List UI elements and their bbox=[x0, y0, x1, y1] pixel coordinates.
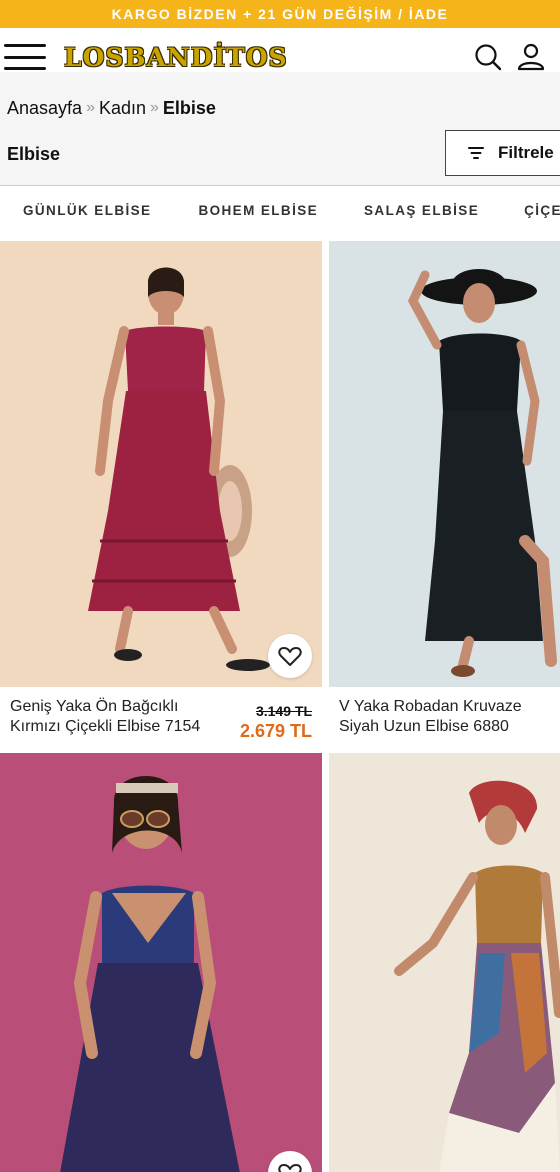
page-title: Elbise bbox=[7, 143, 61, 164]
promo-text: KARGO BİZDEN + 21 GÜN DEĞİŞİM / İADE bbox=[111, 6, 449, 22]
category-chip[interactable]: BOHEM ELBİSE bbox=[198, 203, 318, 218]
breadcrumb-separator: » bbox=[150, 99, 159, 116]
heart-icon[interactable] bbox=[268, 634, 312, 678]
category-chip[interactable]: SALAŞ ELBİSE bbox=[364, 203, 479, 218]
filter-button[interactable]: Filtrele bbox=[445, 130, 560, 176]
product-image[interactable] bbox=[329, 241, 560, 687]
product-old-price: 3.149 TL bbox=[255, 703, 312, 719]
product-image[interactable] bbox=[0, 241, 322, 687]
breadcrumb-home[interactable]: Anasayfa bbox=[7, 98, 82, 119]
category-chip[interactable]: ÇİÇEKLİ bbox=[524, 203, 560, 218]
site-logo[interactable]: LOSBANDİTOS bbox=[64, 43, 288, 72]
promo-banner: KARGO BİZDEN + 21 GÜN DEĞİŞİM / İADE bbox=[0, 0, 560, 28]
breadcrumb-separator: » bbox=[86, 99, 95, 116]
product-name[interactable]: V Yaka Robadan Kruvaze Siyah Uzun Elbise… bbox=[339, 698, 522, 735]
product-image[interactable] bbox=[329, 753, 560, 1172]
category-bar: GÜNLÜK ELBİSE BOHEM ELBİSE SALAŞ ELBİSE … bbox=[0, 186, 560, 234]
filter-label: Filtrele bbox=[498, 143, 554, 162]
breadcrumb-current: Elbise bbox=[162, 97, 216, 118]
breadcrumb-women[interactable]: Kadın bbox=[99, 98, 146, 119]
title-row: Elbise Filtrele bbox=[0, 130, 560, 178]
product-caption: Geniş Yaka Ön Bağcıklı Kırmızı Çiçekli E… bbox=[0, 687, 322, 751]
product-name[interactable]: Geniş Yaka Ön Bağcıklı Kırmızı Çiçekli E… bbox=[10, 698, 200, 735]
product-card[interactable]: V Yaka Robadan Kruvaze Siyah Uzun Elbise… bbox=[329, 241, 560, 751]
search-icon[interactable] bbox=[474, 43, 502, 71]
hamburger-menu-icon[interactable] bbox=[4, 44, 46, 70]
breadcrumb: Anasayfa » Kadın » Elbise bbox=[0, 72, 560, 130]
product-price: 2.679 TL bbox=[239, 721, 312, 741]
filter-icon bbox=[468, 147, 484, 159]
product-card[interactable] bbox=[0, 753, 322, 1172]
product-image[interactable] bbox=[0, 753, 322, 1172]
category-chip[interactable]: GÜNLÜK ELBİSE bbox=[23, 203, 151, 218]
product-caption: V Yaka Robadan Kruvaze Siyah Uzun Elbise… bbox=[329, 687, 560, 751]
product-card[interactable]: Geniş Yaka Ön Bağcıklı Kırmızı Çiçekli E… bbox=[0, 241, 322, 751]
product-card[interactable] bbox=[329, 753, 560, 1172]
user-icon[interactable] bbox=[516, 42, 546, 72]
header-actions bbox=[474, 42, 546, 72]
